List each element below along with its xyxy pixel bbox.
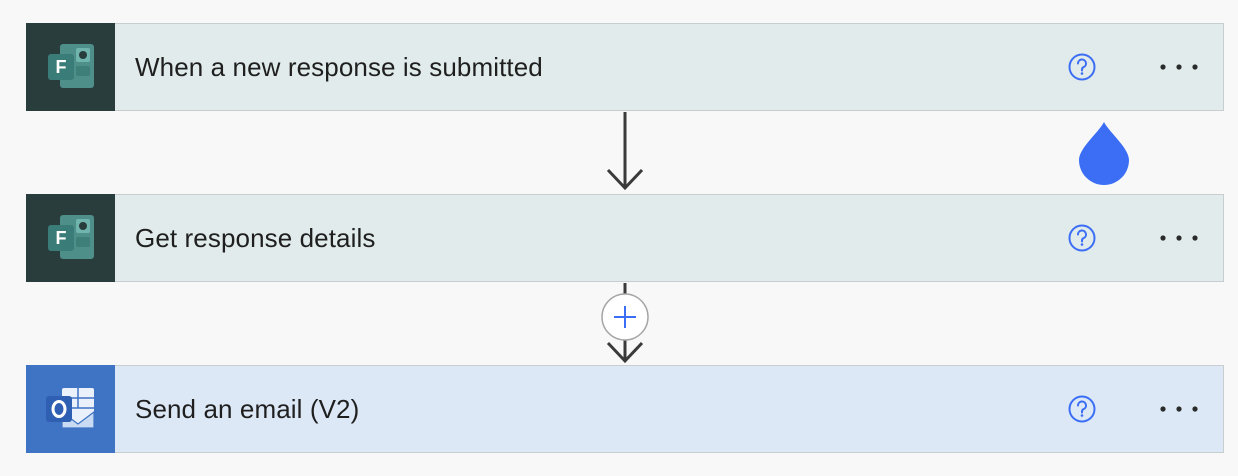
question-circle-icon[interactable]	[1067, 52, 1097, 82]
flow-step-trigger[interactable]: F When a new response is submitted	[26, 23, 1224, 111]
svg-text:F: F	[55, 57, 66, 77]
step-title: Get response details	[135, 222, 376, 253]
forms-icon: F	[26, 23, 115, 111]
question-circle-icon[interactable]	[1067, 394, 1097, 424]
insert-step-button[interactable]	[600, 292, 650, 342]
flow-step-send-email[interactable]: Send an email (V2)	[26, 365, 1224, 453]
step-title: Send an email (V2)	[135, 393, 360, 424]
question-circle-icon[interactable]	[1067, 223, 1097, 253]
flow-canvas: F When a new response is submitted F Get…	[0, 0, 1238, 476]
drop-icon	[1079, 122, 1129, 185]
forms-icon: F	[26, 194, 115, 282]
flow-step-get-details[interactable]: F Get response details	[26, 194, 1224, 282]
ellipsis-icon[interactable]	[1157, 57, 1201, 77]
outlook-icon	[26, 365, 115, 453]
connector-arrow	[606, 112, 644, 191]
svg-text:F: F	[55, 228, 66, 248]
ellipsis-icon[interactable]	[1157, 228, 1201, 248]
step-title: When a new response is submitted	[135, 51, 543, 82]
ellipsis-icon[interactable]	[1157, 399, 1201, 419]
